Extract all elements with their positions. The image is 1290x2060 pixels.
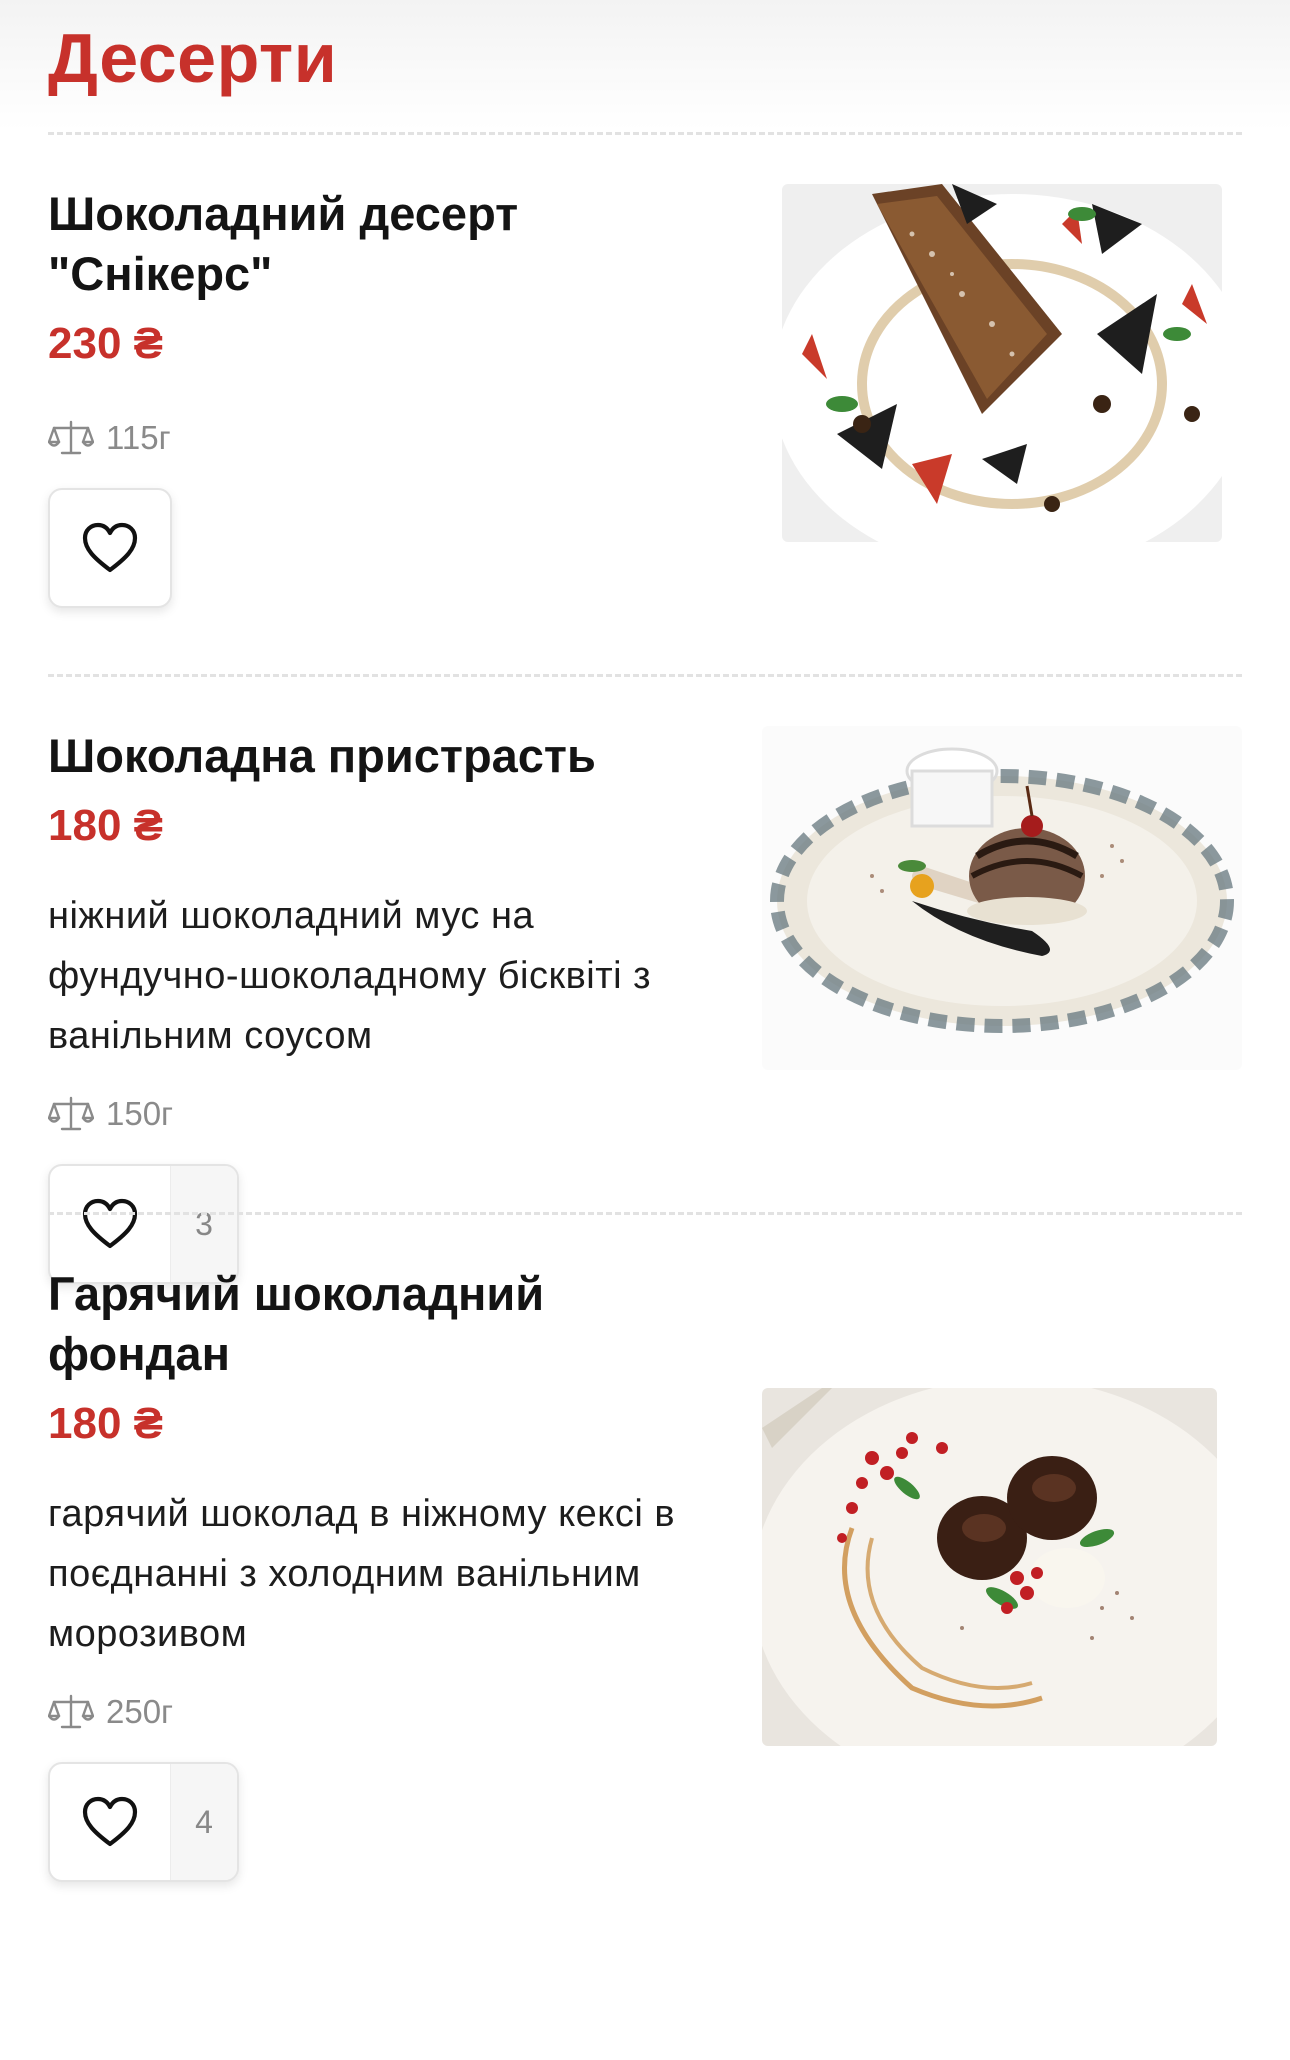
item-photo-passion[interactable] [762, 726, 1242, 1070]
divider [48, 1212, 1242, 1215]
weight-value: 115г [106, 419, 171, 456]
item-name: Гарячий шоколадний фондан [48, 1267, 545, 1380]
item-photo-fondant[interactable] [762, 1388, 1217, 1746]
favorite-toggle[interactable] [50, 490, 170, 606]
favorite-count: 4 [170, 1764, 237, 1880]
item-name: Шоколадна пристрасть [48, 729, 596, 782]
scale-icon [48, 1096, 94, 1131]
chocolate-mousse-plate-photo [762, 726, 1242, 1070]
heart-icon [82, 1796, 138, 1847]
item-weight: 150г [48, 1086, 1242, 1142]
heart-icon [82, 522, 138, 573]
chocolate-fondant-plate-photo [762, 1388, 1217, 1746]
favorite-button[interactable] [48, 488, 172, 608]
favorite-toggle[interactable] [50, 1764, 170, 1880]
item-name: Шоколадний десерт "Снікерс" [48, 187, 519, 300]
weight-value: 250г [106, 1693, 174, 1730]
section-title: Десерти [48, 19, 338, 97]
divider [48, 132, 1242, 135]
divider [48, 674, 1242, 677]
scale-icon [48, 1694, 94, 1729]
favorite-button[interactable]: 4 [48, 1762, 239, 1882]
scale-icon [48, 420, 94, 455]
item-photo-snickers[interactable] [782, 184, 1222, 542]
weight-value: 150г [106, 1095, 174, 1132]
item-description: ніжний шоколадний мус на фундучно-шокола… [48, 895, 652, 1057]
menu-page: Десерти Шоколадний десерт "Снікерс" 230 … [0, 0, 1290, 2060]
chocolate-snickers-cake-photo [782, 184, 1222, 542]
heart-icon [82, 1198, 138, 1249]
item-description: гарячий шоколад в ніжному кексі в поєдна… [48, 1493, 676, 1655]
